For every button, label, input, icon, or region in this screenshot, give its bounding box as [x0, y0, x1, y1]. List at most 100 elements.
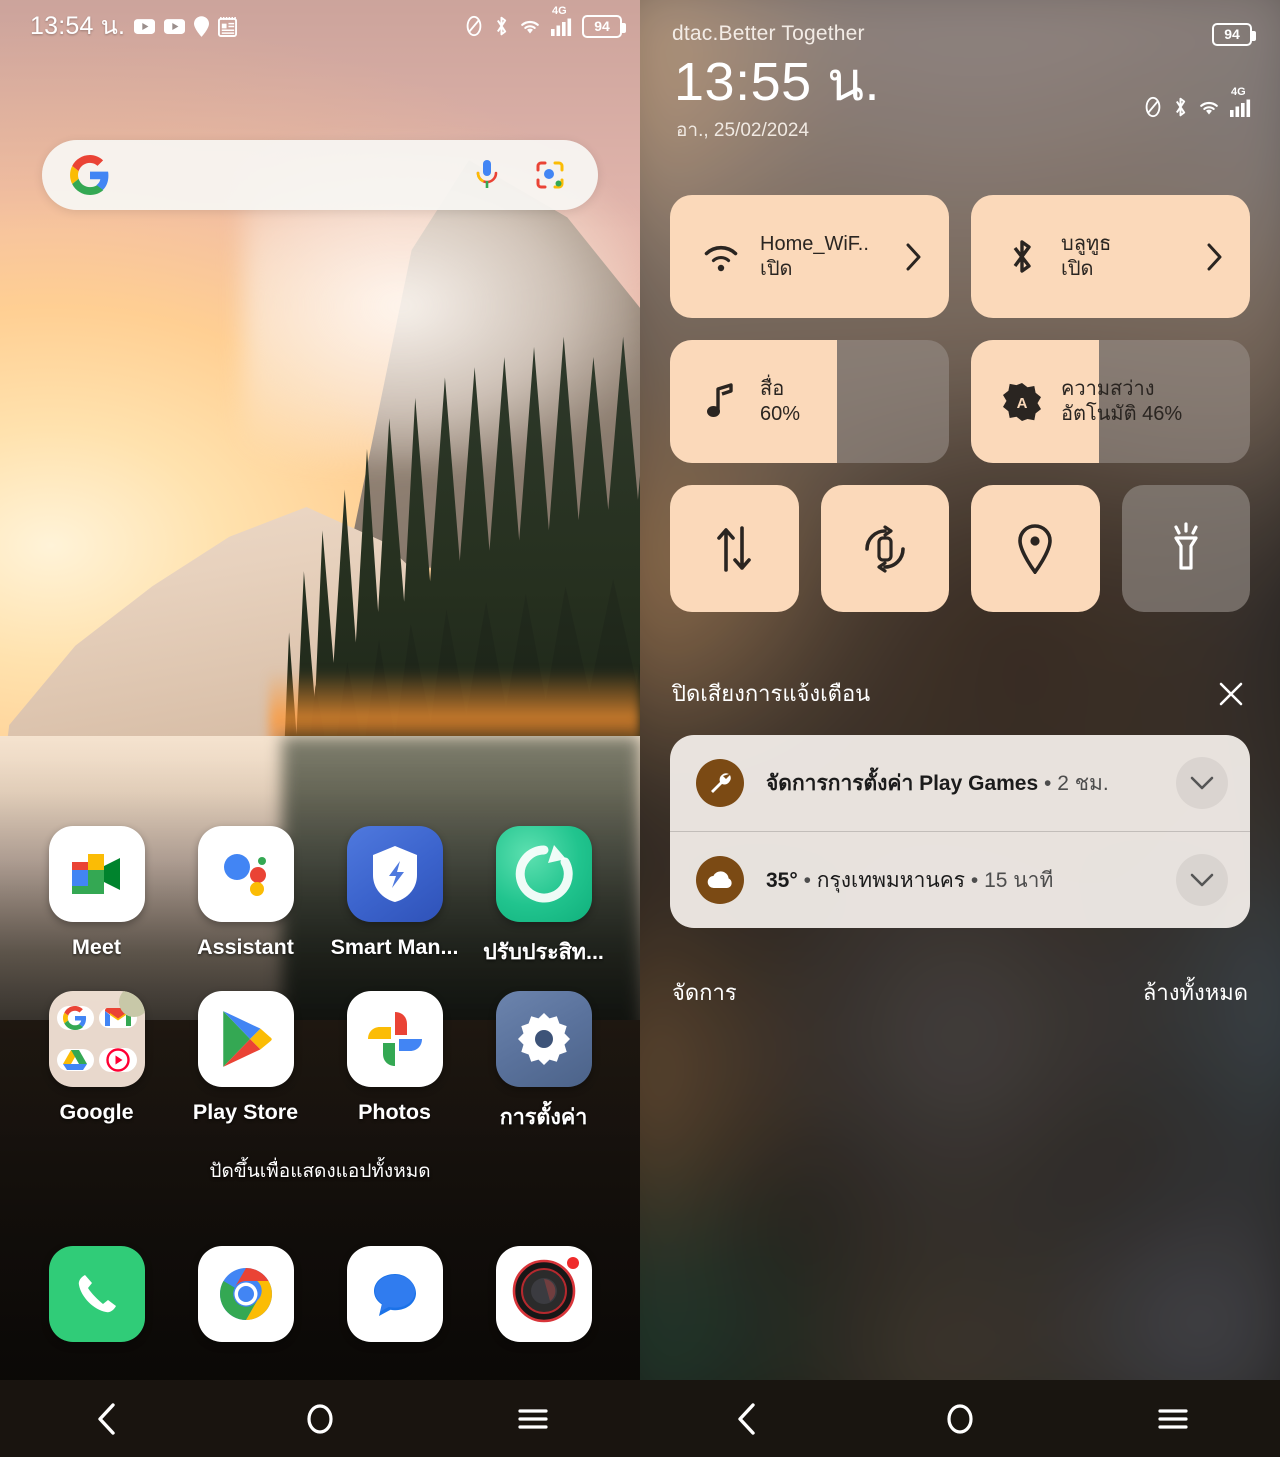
chevron-down-icon[interactable]: [1176, 854, 1228, 906]
chevron-down-icon[interactable]: [1176, 757, 1228, 809]
home-circle-icon[interactable]: [275, 1394, 365, 1444]
messages-icon[interactable]: [346, 1246, 443, 1342]
google-meet-icon: [48, 826, 145, 922]
camera-icon[interactable]: [495, 1246, 592, 1342]
notification-list: จัดการการตั้งค่า Play Games • 2 ชม. 35° …: [670, 735, 1250, 928]
status-time: 13:54 น.: [30, 12, 126, 40]
youtube-icon: [164, 18, 186, 34]
app-google-folder[interactable]: Google: [32, 991, 162, 1134]
notification-separator: •: [965, 868, 985, 892]
notification-text: 35° • กรุงเทพมหานคร • 15 นาที: [766, 864, 1154, 897]
brightness-auto-icon: A: [999, 382, 1045, 422]
app-play-store[interactable]: Play Store: [181, 991, 311, 1134]
microphone-icon[interactable]: [474, 159, 500, 191]
wifi-icon: [698, 241, 744, 273]
tile-subtitle: เปิด: [1061, 257, 1094, 280]
app-smart-manager[interactable]: Smart Man...: [330, 826, 460, 969]
quick-settings-panel: dtac.Better Together 94 13:55 น. อา., 25…: [640, 0, 1280, 1457]
tile-title: สื่อ: [760, 377, 785, 400]
tile-value: อัตโนมัติ 46%: [1061, 402, 1183, 425]
play-store-icon: [197, 991, 294, 1087]
back-chevron-icon[interactable]: [62, 1394, 152, 1444]
app-label: Play Store: [192, 1100, 299, 1124]
chevron-right-icon[interactable]: [1200, 242, 1230, 272]
google-g-icon: [56, 1005, 94, 1030]
bluetooth-icon: [999, 237, 1045, 277]
notification-separator: •: [1038, 771, 1058, 795]
chevron-right-icon[interactable]: [899, 242, 929, 272]
app-photos[interactable]: Photos: [330, 991, 460, 1134]
home-circle-icon[interactable]: [915, 1394, 1005, 1444]
manage-button[interactable]: จัดการ: [672, 975, 737, 1010]
shade-navigation-bar: [640, 1380, 1280, 1457]
app-label: Meet: [72, 935, 121, 959]
tile-media-volume[interactable]: สื่อ 60%: [670, 340, 949, 463]
wifi-icon: [1197, 97, 1221, 117]
app-optimizer[interactable]: ปรับประสิท...: [479, 826, 609, 969]
notification-item[interactable]: 35° • กรุงเทพมหานคร • 15 นาที: [670, 831, 1250, 928]
nfc-icon: [463, 15, 485, 37]
clear-all-button[interactable]: ล้างทั้งหมด: [1143, 975, 1248, 1010]
wallpaper: [0, 0, 640, 1457]
smart-manager-icon: [346, 826, 443, 922]
app-grid: Meet Assistant Smart Man... ปรับประสิท..…: [0, 826, 640, 1186]
app-label: ปรับประสิท...: [483, 940, 604, 964]
carrier-label: dtac.Better Together: [672, 22, 865, 45]
notification-time: 15 นาที: [984, 868, 1054, 892]
bluetooth-icon: [494, 15, 509, 37]
svg-text:A: A: [1017, 395, 1028, 412]
app-row: Google Play Store Photos การตั้งค่า: [0, 991, 640, 1134]
tile-title: ความสว่าง: [1061, 377, 1155, 400]
google-drive-icon: [56, 1049, 94, 1072]
tile-mobile-data[interactable]: [670, 485, 799, 612]
tile-location[interactable]: [971, 485, 1100, 612]
shade-status-icons: 4G: [1142, 86, 1252, 118]
app-settings[interactable]: การตั้งค่า: [479, 991, 609, 1134]
nfc-icon: [1142, 96, 1164, 118]
cloud-icon: [696, 856, 744, 904]
wrench-icon: [696, 759, 744, 807]
notification-section-header: ปิดเสียงการแจ้งเตือน: [640, 676, 1280, 711]
tile-value: 60%: [760, 402, 801, 425]
google-lens-icon[interactable]: [534, 159, 566, 191]
tile-brightness[interactable]: A ความสว่าง อัตโนมัติ 46%: [971, 340, 1250, 463]
all-apps-hint: ปัดขึ้นเพื่อแสดงแอปทั้งหมด: [209, 1161, 431, 1182]
back-chevron-icon[interactable]: [702, 1394, 792, 1444]
tile-auto-rotate[interactable]: [820, 485, 949, 612]
app-label: Photos: [358, 1100, 431, 1124]
music-note-icon: [698, 382, 744, 421]
news-widget-icon: [218, 16, 238, 37]
network-type-label: 4G: [1231, 86, 1246, 98]
recents-menu-icon[interactable]: [1128, 1394, 1218, 1444]
notification-time: 2 ชม.: [1057, 771, 1109, 795]
notification-title: จัดการการตั้งค่า Play Games: [766, 771, 1039, 795]
wifi-icon: [518, 16, 542, 36]
tile-row-small: [670, 485, 1250, 612]
shade: dtac.Better Together 94 13:55 น. อา., 25…: [640, 0, 1280, 1457]
app-meet[interactable]: Meet: [32, 826, 162, 969]
battery-indicator: 94: [582, 14, 626, 38]
notification-separator: •: [797, 868, 817, 892]
tile-title: Home_WiF..: [760, 232, 869, 255]
home-screen-panel: 13:54 น. 4G 94 Meet Assistant Smart Man.…: [0, 0, 640, 1457]
shade-status-bar: dtac.Better Together 94: [640, 0, 1280, 46]
tile-row-sliders: สื่อ 60% A ความสว่าง อัตโนมัติ 46%: [670, 340, 1250, 463]
tile-wifi[interactable]: Home_WiF.. เปิด: [670, 195, 949, 318]
notification-text: จัดการการตั้งค่า Play Games • 2 ชม.: [766, 767, 1154, 800]
google-assistant-icon: [197, 826, 294, 922]
app-assistant[interactable]: Assistant: [181, 826, 311, 969]
close-x-icon[interactable]: [1214, 677, 1248, 711]
phone-icon[interactable]: [48, 1246, 145, 1342]
optimizer-icon: [495, 826, 592, 922]
google-search-bar[interactable]: [42, 140, 598, 210]
notification-section-title: ปิดเสียงการแจ้งเตือน: [672, 681, 871, 706]
recents-menu-icon[interactable]: [488, 1394, 578, 1444]
tile-flashlight[interactable]: [1121, 485, 1250, 612]
youtube-music-icon: [99, 1048, 137, 1073]
chrome-icon[interactable]: [197, 1246, 294, 1342]
notification-footer: จัดการ ล้างทั้งหมด: [640, 975, 1280, 1010]
app-label: Assistant: [197, 935, 294, 959]
tile-bluetooth[interactable]: บลูทูธ เปิด: [971, 195, 1250, 318]
notification-item[interactable]: จัดการการตั้งค่า Play Games • 2 ชม.: [670, 735, 1250, 831]
signal-4g-icon: 4G: [1230, 86, 1252, 117]
